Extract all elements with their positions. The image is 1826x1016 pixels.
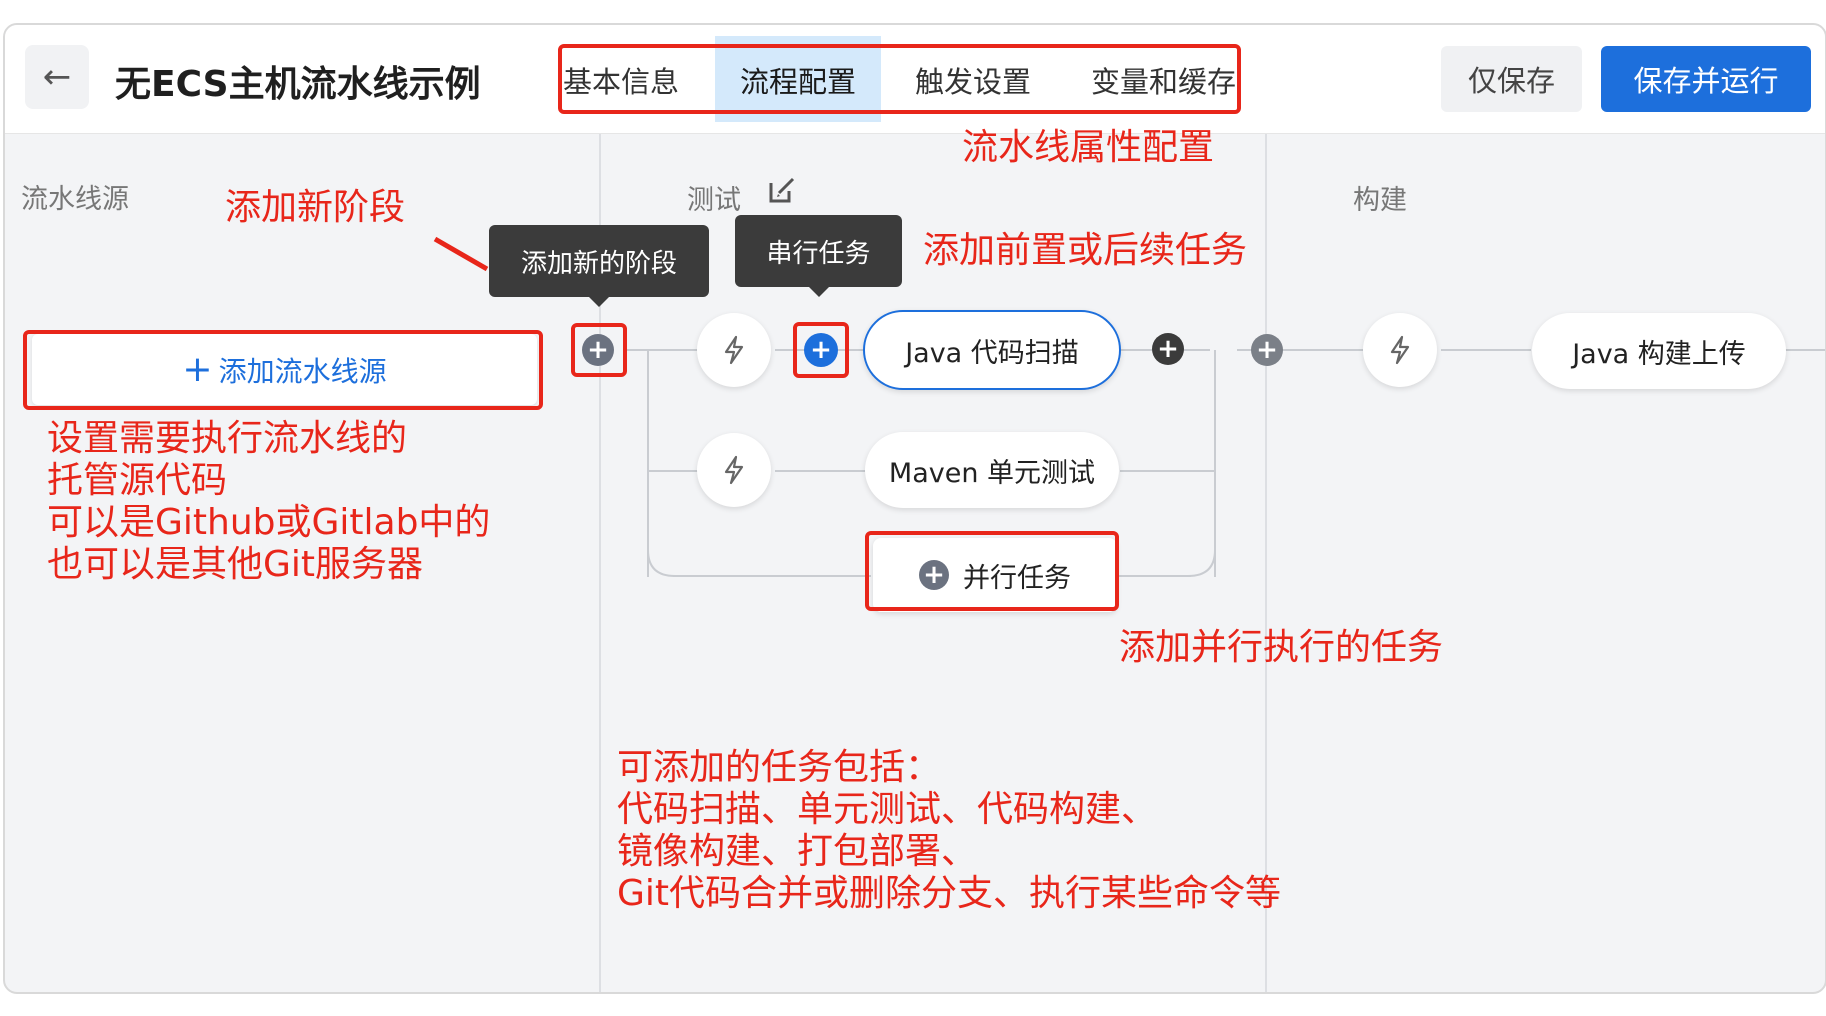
highlight-add-stage — [571, 323, 627, 377]
stage-label-test: 测试 — [687, 185, 741, 216]
connector-curve — [1187, 550, 1216, 577]
connector-line — [1120, 470, 1216, 472]
annotation-source-line-4: 也可以是其他Git服务器 — [47, 544, 424, 585]
connector-line — [1115, 575, 1191, 577]
annotation-pre-post: 添加前置或后续任务 — [923, 230, 1248, 271]
tabs-highlight-box — [558, 44, 1241, 114]
save-button[interactable]: 仅保存 — [1441, 46, 1582, 112]
lightning-icon — [724, 335, 744, 365]
task-java-build[interactable]: Java 构建上传 — [1532, 313, 1786, 389]
trigger-node[interactable] — [697, 313, 771, 387]
connector-line — [1214, 350, 1216, 577]
stage-divider — [1265, 134, 1267, 992]
trigger-node[interactable] — [1363, 313, 1437, 387]
trigger-node[interactable] — [697, 433, 771, 507]
annotation-arrow — [433, 236, 489, 272]
highlight-serial-task — [793, 322, 849, 378]
highlight-source — [23, 330, 543, 410]
tooltip-serial-task: 串行任务 — [735, 215, 902, 297]
header-bar: ← 无ECS主机流水线示例 基本信息 流程配置 触发设置 变量和缓存 仅保存 保… — [5, 25, 1825, 134]
plus-circle-icon[interactable]: + — [1152, 333, 1184, 365]
highlight-parallel-task — [865, 531, 1119, 611]
annotation-source-line-1: 设置需要执行流水线的 — [47, 418, 408, 459]
annotation-source-line-3: 可以是Github或Gitlab中的 — [47, 502, 491, 543]
connector-line — [1441, 349, 1531, 351]
lightning-icon — [724, 455, 744, 485]
edit-icon[interactable] — [767, 175, 797, 205]
connector-line — [775, 470, 865, 472]
annotation-props: 流水线属性配置 — [962, 127, 1215, 168]
connector-line — [1785, 349, 1825, 351]
stage-label-build: 构建 — [1353, 185, 1407, 216]
task-maven-test[interactable]: Maven 单元测试 — [865, 432, 1119, 508]
save-and-run-button[interactable]: 保存并运行 — [1601, 46, 1811, 112]
annotation-add-stage: 添加新阶段 — [225, 187, 406, 228]
annotation-tasks-line-1: 可添加的任务包括： — [617, 747, 942, 788]
plus-circle-icon[interactable]: + — [1251, 334, 1283, 366]
pipeline-editor-window: ← 无ECS主机流水线示例 基本信息 流程配置 触发设置 变量和缓存 仅保存 保… — [3, 23, 1826, 994]
stage-label-source: 流水线源 — [21, 184, 129, 215]
lightning-icon — [1390, 335, 1410, 365]
back-button[interactable]: ← — [25, 45, 89, 109]
connector-line — [647, 350, 649, 577]
connector-line — [673, 575, 871, 577]
annotation-tasks-line-2: 代码扫描、单元测试、代码构建、 — [617, 789, 1158, 830]
annotation-parallel: 添加并行执行的任务 — [1119, 627, 1444, 668]
annotation-tasks-line-4: Git代码合并或删除分支、执行某些命令等 — [617, 873, 1282, 914]
annotation-tasks-line-3: 镜像构建、打包部署、 — [617, 831, 978, 872]
arrow-left-icon: ← — [42, 57, 72, 97]
page-title: 无ECS主机流水线示例 — [115, 64, 481, 105]
annotation-source-line-2: 托管源代码 — [47, 460, 228, 501]
tooltip-add-stage: 添加新的阶段 — [489, 225, 709, 307]
task-java-scan[interactable]: Java 代码扫描 — [863, 310, 1121, 390]
